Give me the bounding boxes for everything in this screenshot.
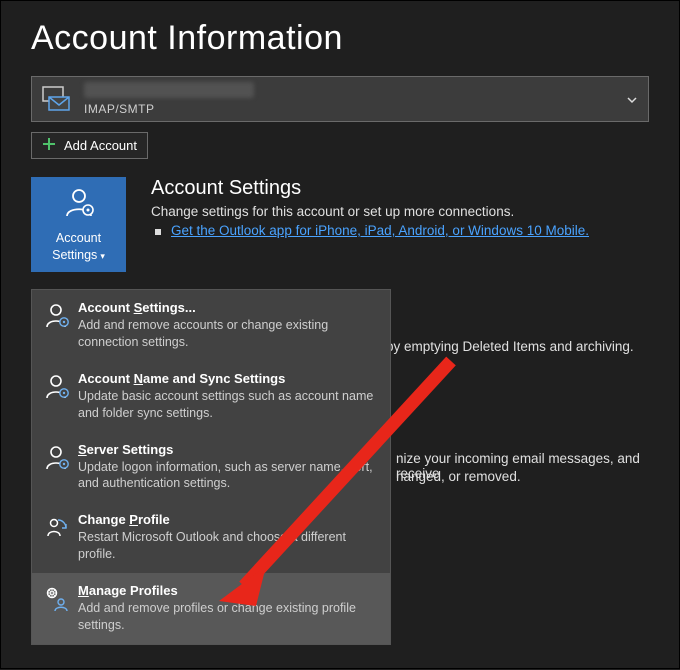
menu-item-account-settings[interactable]: Account Settings... Add and remove accou… — [32, 290, 390, 361]
account-settings-tile-icon — [62, 186, 96, 224]
menu-item-desc: Restart Microsoft Outlook and choose a d… — [78, 529, 378, 563]
menu-item-title: Server Settings — [78, 442, 378, 457]
menu-item-desc: Update logon information, such as server… — [78, 459, 378, 493]
menu-item-desc: Add and remove profiles or change existi… — [78, 600, 378, 634]
plus-icon — [42, 137, 56, 154]
tile-label: Account Settings▾ — [52, 230, 105, 263]
menu-item-desc: Add and remove accounts or change existi… — [78, 317, 378, 351]
bullet-icon — [155, 229, 161, 235]
outlook-app-link[interactable]: Get the Outlook app for iPhone, iPad, An… — [171, 223, 589, 238]
menu-item-title: Change Profile — [78, 512, 378, 527]
account-selector-dropdown[interactable]: IMAP/SMTP — [31, 76, 649, 122]
menu-item-title: Account Name and Sync Settings — [78, 371, 378, 386]
server-settings-icon — [44, 442, 78, 493]
menu-item-title: Account Settings... — [78, 300, 378, 315]
account-type-label: IMAP/SMTP — [84, 102, 254, 116]
chevron-down-icon — [626, 93, 638, 111]
menu-item-manage-profiles[interactable]: Manage Profiles Add and remove profiles … — [32, 573, 390, 644]
menu-item-name-sync-settings[interactable]: Account Name and Sync Settings Update ba… — [32, 361, 390, 432]
add-account-button[interactable]: Add Account — [31, 132, 148, 159]
manage-profiles-icon — [44, 583, 78, 634]
page-title: Account Information — [1, 1, 679, 68]
menu-item-change-profile[interactable]: Change Profile Restart Microsoft Outlook… — [32, 502, 390, 573]
mailbox-cleanup-fragment: by emptying Deleted Items and archiving. — [386, 339, 634, 354]
account-settings-icon — [44, 300, 78, 351]
account-name-redacted — [84, 82, 254, 98]
account-settings-dropdown-menu: Account Settings... Add and remove accou… — [31, 289, 391, 645]
rules-fragment-2: nanged, or removed. — [396, 469, 521, 484]
chevron-down-icon: ▾ — [100, 251, 105, 261]
account-settings-section: Account Settings Change settings for thi… — [151, 177, 589, 272]
menu-item-title: Manage Profiles — [78, 583, 378, 598]
menu-item-server-settings[interactable]: Server Settings Update logon information… — [32, 432, 390, 503]
section-subtext: Change settings for this account or set … — [151, 204, 589, 219]
menu-item-desc: Update basic account settings such as ac… — [78, 388, 378, 422]
account-settings-tile-button[interactable]: Account Settings▾ — [31, 177, 126, 272]
add-account-label: Add Account — [64, 138, 137, 153]
change-profile-icon — [44, 512, 78, 563]
section-heading: Account Settings — [151, 177, 589, 200]
mail-account-icon — [42, 86, 72, 112]
name-sync-icon — [44, 371, 78, 422]
